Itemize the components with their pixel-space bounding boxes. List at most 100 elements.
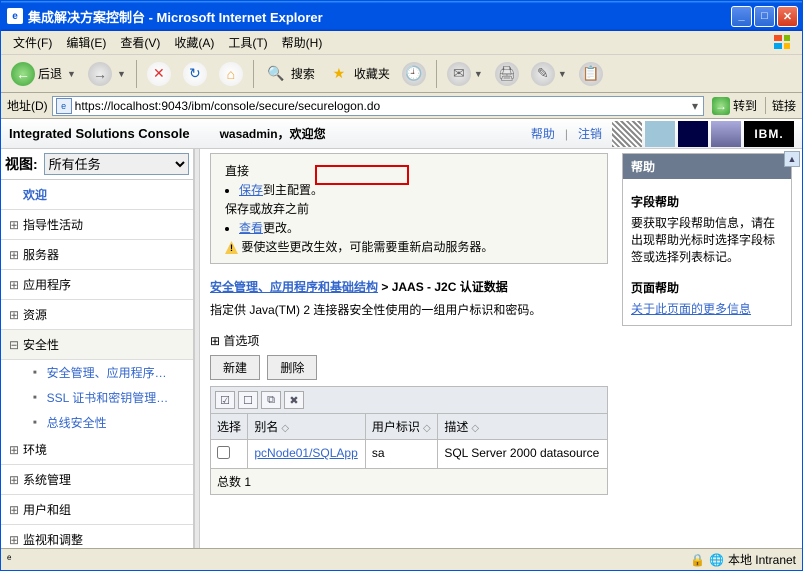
new-button[interactable]: 新建 — [210, 355, 260, 380]
zone-icon: 🌐 — [709, 553, 724, 567]
menu-help[interactable]: 帮助(H) — [276, 32, 329, 53]
delete-button[interactable]: 删除 — [267, 355, 317, 380]
scroll-up-icon[interactable]: ▲ — [784, 151, 800, 167]
table-row: pcNode01/SQLApp sa SQL Server 2000 datas… — [211, 440, 608, 469]
home-button[interactable]: ⌂ — [215, 60, 247, 88]
search-button[interactable]: 🔍搜索 — [260, 60, 319, 88]
save-link[interactable]: 保存 — [239, 183, 263, 197]
alias-link[interactable]: pcNode01/SQLApp — [254, 446, 357, 460]
expand-icon[interactable]: ⊟ — [9, 338, 19, 352]
nav-tree: 欢迎⊞指导性活动⊞服务器⊞应用程序⊞资源⊟安全性安全管理、应用程序…SSL 证书… — [1, 180, 193, 548]
expand-icon[interactable]: ⊞ — [9, 248, 19, 262]
sidebar: 视图: 所有任务 欢迎⊞指导性活动⊞服务器⊞应用程序⊞资源⊟安全性安全管理、应用… — [1, 149, 194, 548]
page-help-heading: 页面帮助 — [631, 279, 783, 296]
col-alias[interactable]: 别名◇ — [248, 414, 366, 440]
titlebar: e 集成解决方案控制台 - Microsoft Internet Explore… — [1, 1, 802, 31]
console-header: Integrated Solutions Console wasadmin，欢迎… — [1, 119, 802, 149]
welcome-text: wasadmin，欢迎您 — [220, 125, 326, 142]
review-link[interactable]: 查看 — [239, 221, 263, 235]
minimize-button[interactable]: _ — [731, 6, 752, 27]
ie-page-icon: e — [7, 8, 23, 24]
breadcrumb-link[interactable]: 安全管理、应用程序和基础结构 — [210, 280, 378, 294]
expand-icon[interactable]: ⊞ — [9, 443, 19, 457]
statusbar: e 🔒 🌐 本地 Intranet — [1, 548, 802, 570]
expand-icon[interactable]: ⊞ — [9, 503, 19, 517]
product-name: Integrated Solutions Console — [9, 126, 190, 141]
sidebar-item[interactable]: ⊞指导性活动 — [1, 210, 193, 240]
help-panel: 帮助 字段帮助 要获取字段帮助信息，请在出现帮助光标时选择字段标签或选择列表标记… — [622, 153, 792, 326]
history-button[interactable]: 🕘 — [398, 60, 430, 88]
addressbar: 地址(D) e ▾ →转到 链接 — [1, 93, 802, 119]
expand-icon: ⊞ — [210, 334, 220, 348]
menu-view[interactable]: 查看(V) — [114, 32, 166, 53]
prefs-toggle[interactable]: ⊞ 首选项 — [210, 332, 608, 349]
mail-button[interactable]: ✉▼ — [443, 60, 487, 88]
view-select[interactable]: 所有任务 — [44, 153, 189, 175]
msg-direct: 直接 — [225, 162, 599, 179]
sidebar-subitem[interactable]: 总线安全性 — [29, 410, 193, 435]
help-link[interactable]: 帮助 — [531, 125, 555, 142]
data-table: 选择 别名◇ 用户标识◇ 描述◇ pcNode01/SQLApp sa — [210, 413, 608, 469]
toolbar: ←后退▼ →▼ ✕ ↻ ⌂ 🔍搜索 ★收藏夹 🕘 ✉▼ 🖨 ✎▼ 📋 — [1, 55, 802, 93]
col-userid[interactable]: 用户标识◇ — [365, 414, 437, 440]
msg-before: 保存或放弃之前 — [225, 200, 599, 217]
col-desc[interactable]: 描述◇ — [438, 414, 608, 440]
sidebar-item[interactable]: ⊞用户和组 — [1, 495, 193, 525]
clear-filter-icon[interactable]: ✖ — [284, 391, 304, 409]
expand-icon[interactable]: ⊞ — [9, 218, 19, 232]
maximize-button[interactable]: □ — [754, 6, 775, 27]
expand-icon[interactable]: ⊞ — [9, 473, 19, 487]
address-input-wrap[interactable]: e ▾ — [52, 96, 704, 116]
filter-icon[interactable]: ⧉ — [261, 391, 281, 409]
sidebar-item[interactable]: ⊞环境 — [1, 435, 193, 465]
sidebar-item[interactable]: 欢迎 — [1, 180, 193, 210]
print-button[interactable]: 🖨 — [491, 60, 523, 88]
address-dropdown-icon[interactable]: ▾ — [687, 99, 703, 113]
stop-button[interactable]: ✕ — [143, 60, 175, 88]
menu-edit[interactable]: 编辑(E) — [60, 32, 112, 53]
research-button[interactable]: 📋 — [575, 60, 607, 88]
row-checkbox[interactable] — [217, 446, 230, 459]
favorites-button[interactable]: ★收藏夹 — [323, 60, 394, 88]
go-button[interactable]: →转到 — [708, 96, 761, 116]
logout-link[interactable]: 注销 — [578, 125, 602, 142]
more-info-link[interactable]: 关于此页面的更多信息 — [631, 302, 751, 316]
warning-icon: ! — [225, 241, 238, 254]
links-label[interactable]: 链接 — [765, 97, 796, 114]
col-select: 选择 — [211, 414, 248, 440]
refresh-button[interactable]: ↻ — [179, 60, 211, 88]
windows-flag-icon — [768, 33, 796, 53]
msg-review-row: 查看更改。 — [239, 219, 599, 236]
sidebar-subitem[interactable]: SSL 证书和密钥管理… — [29, 385, 193, 410]
edit-button[interactable]: ✎▼ — [527, 60, 571, 88]
deselect-all-icon[interactable]: ☐ — [238, 391, 258, 409]
sidebar-item[interactable]: ⊟安全性 — [1, 330, 193, 360]
sidebar-item[interactable]: ⊞服务器 — [1, 240, 193, 270]
expand-icon[interactable]: ⊞ — [9, 278, 19, 292]
message-box: 直接 保存到主配置。 保存或放弃之前 查看更改。 ! 要使这些更改生效，可能需要… — [210, 153, 608, 264]
field-help-text: 要获取字段帮助信息，请在出现帮助光标时选择字段标签或选择列表标记。 — [631, 214, 783, 265]
page-description: 指定供 Java(TM) 2 连接器安全性使用的一组用户标识和密码。 — [210, 301, 608, 318]
menu-file[interactable]: 文件(F) — [7, 32, 58, 53]
forward-button[interactable]: →▼ — [84, 60, 130, 88]
msg-save-row: 保存到主配置。 — [239, 181, 599, 198]
window-title: 集成解决方案控制台 - Microsoft Internet Explorer — [28, 7, 323, 26]
table-tools: ☑ ☐ ⧉ ✖ — [210, 386, 608, 413]
menu-tools[interactable]: 工具(T) — [222, 32, 273, 53]
cell-userid: sa — [365, 440, 437, 469]
highlight-box — [315, 165, 409, 185]
msg-warn-row: ! 要使这些更改生效，可能需要重新启动服务器。 — [225, 238, 599, 255]
expand-icon[interactable]: ⊞ — [9, 533, 19, 547]
sidebar-item[interactable]: ⊞应用程序 — [1, 270, 193, 300]
sidebar-item[interactable]: ⊞监视和调整 — [1, 525, 193, 548]
sidebar-item[interactable]: ⊞系统管理 — [1, 465, 193, 495]
sidebar-item[interactable]: ⊞资源 — [1, 300, 193, 330]
back-button[interactable]: ←后退▼ — [7, 60, 80, 88]
close-button[interactable]: ✕ — [777, 6, 798, 27]
select-all-icon[interactable]: ☑ — [215, 391, 235, 409]
lock-icon: 🔒 — [690, 553, 705, 567]
address-input[interactable] — [75, 97, 687, 115]
menu-favorites[interactable]: 收藏(A) — [168, 32, 220, 53]
sidebar-subitem[interactable]: 安全管理、应用程序… — [29, 360, 193, 385]
expand-icon[interactable]: ⊞ — [9, 308, 19, 322]
